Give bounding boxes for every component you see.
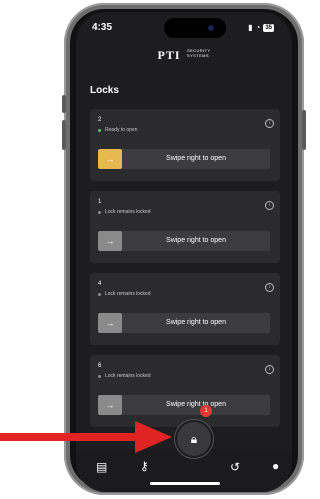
wifi-icon: ◔ [255, 23, 261, 32]
slider-handle[interactable]: → [98, 313, 122, 333]
key-icon[interactable]: ⚷ [140, 459, 149, 473]
logo-main-text: PTI [157, 48, 181, 62]
slider-label: Swipe right to open [166, 237, 226, 244]
logo-sub-line-2: SYSTEMS [187, 53, 209, 58]
logo-sub-text: SECURITY SYSTEMS [187, 48, 210, 58]
annotation-arrow-icon [0, 421, 172, 453]
lock-status-text: Ready to open [105, 127, 138, 133]
status-time: 4:35 [92, 22, 113, 33]
lock-action-button[interactable]: 🔒︎ [175, 420, 213, 458]
lock-number: 6 [98, 363, 102, 369]
building-icon[interactable]: ▤ [96, 460, 107, 474]
home-indicator [150, 482, 220, 485]
battery-icon: 35 [263, 23, 274, 32]
arrow-right-icon: → [105, 400, 115, 410]
arrow-right-icon: → [105, 318, 115, 328]
notification-badge: 1 [200, 405, 212, 417]
swipe-slider[interactable]: → Swipe right to open [98, 395, 270, 415]
status-dot [98, 128, 101, 132]
lock-status: Lock remains locked [98, 291, 151, 297]
lock-card[interactable]: 1 Lock remains locked i → Swipe right to… [90, 191, 280, 263]
slider-label: Swipe right to open [166, 319, 226, 326]
info-icon[interactable]: i [265, 119, 274, 128]
power-button [302, 110, 306, 150]
slider-label: Swipe right to open [166, 401, 226, 408]
slider-handle[interactable]: → [98, 149, 122, 169]
lock-status-text: Lock remains locked [105, 209, 151, 215]
info-icon[interactable]: i [265, 283, 274, 292]
volume-down-button [62, 120, 66, 150]
status-dot [98, 292, 101, 296]
person-icon[interactable]: ● [272, 459, 279, 473]
history-icon[interactable]: ↺ [230, 460, 240, 474]
arrow-right-icon: → [105, 154, 115, 164]
slider-label: Swipe right to open [166, 155, 226, 162]
status-dot [98, 374, 101, 378]
lock-number: 4 [98, 281, 102, 287]
lock-number: 1 [98, 199, 102, 205]
camera-dot [208, 25, 214, 31]
volume-up-button [62, 95, 66, 113]
slider-handle[interactable]: → [98, 395, 122, 415]
swipe-slider[interactable]: → Swipe right to open [98, 313, 270, 333]
status-bar: 4:35 ▮ ◔ 35 [76, 12, 292, 42]
lock-status-text: Lock remains locked [105, 291, 151, 297]
lock-card[interactable]: 6 Lock remains locked i → Swipe right to… [90, 355, 280, 427]
info-icon[interactable]: i [265, 365, 274, 374]
status-dot [98, 210, 101, 214]
swipe-slider[interactable]: → Swipe right to open [98, 149, 270, 169]
dynamic-island [164, 18, 226, 38]
system-icons: ▮ ◔ 35 [248, 23, 274, 32]
lock-number: 2 [98, 117, 102, 123]
slider-handle[interactable]: → [98, 231, 122, 251]
arrow-right-icon: → [105, 236, 115, 246]
brand-logo: PTI SECURITY SYSTEMS [76, 46, 292, 64]
lock-card[interactable]: 4 Lock remains locked i → Swipe right to… [90, 273, 280, 345]
lock-status: Lock remains locked [98, 373, 151, 379]
lock-icon: 🔒︎ [190, 432, 198, 446]
signal-icon: ▮ [248, 23, 253, 32]
swipe-slider[interactable]: → Swipe right to open [98, 231, 270, 251]
lock-status: Lock remains locked [98, 209, 151, 215]
lock-status-text: Lock remains locked [105, 373, 151, 379]
lock-status: Ready to open [98, 127, 138, 133]
page-title: Locks [90, 85, 119, 96]
lock-card[interactable]: 2 Ready to open i → Swipe right to open [90, 109, 280, 181]
info-icon[interactable]: i [265, 201, 274, 210]
